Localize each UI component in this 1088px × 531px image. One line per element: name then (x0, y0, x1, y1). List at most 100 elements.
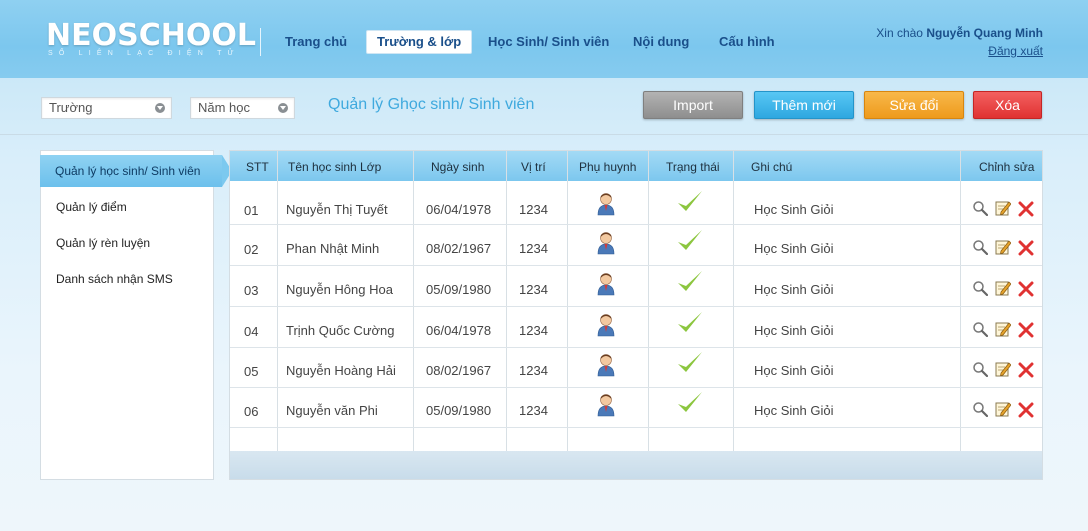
sidebar-item-conduct[interactable]: Quản lý rèn luyện (41, 227, 213, 259)
cell-position: 1234 (519, 403, 548, 418)
col-stt: STT (246, 160, 269, 174)
cell-position: 1234 (519, 363, 548, 378)
table-row[interactable]: 05 Nguyễn Hoàng Hải 08/02/1967 1234 Học Sinh… (230, 347, 1042, 388)
chevron-down-icon (155, 103, 165, 113)
import-button[interactable]: Import (643, 91, 743, 119)
cell-name: Nguyễn Hoàng Hải (286, 363, 396, 378)
edit-icon[interactable] (995, 361, 1011, 377)
delete-button[interactable]: Xóa (973, 91, 1042, 119)
cell-dob: 05/09/1980 (426, 282, 492, 297)
delete-icon[interactable] (1018, 402, 1034, 418)
check-icon (678, 312, 702, 332)
parent-icon[interactable] (596, 353, 616, 377)
cell-note: Học Sinh Giỏi (754, 403, 834, 418)
delete-icon[interactable] (1018, 362, 1034, 378)
add-button[interactable]: Thêm mới (754, 91, 854, 119)
top-header: NEOSCHOOL SỔ LIÊN LẠC ĐIỆN TỬ Trang chủ … (0, 0, 1088, 78)
check-icon (678, 392, 702, 412)
delete-icon[interactable] (1018, 281, 1034, 297)
view-icon[interactable] (972, 401, 988, 417)
sidebar-item-grades[interactable]: Quản lý điểm (41, 191, 213, 223)
table-footer (230, 451, 1042, 479)
nav-students[interactable]: Học Sinh/ Sinh viên (488, 31, 609, 55)
table-row[interactable]: 02 Phan Nhật Minh 08/02/1967 1234 Học Sinh G… (230, 225, 1042, 266)
parent-icon[interactable] (596, 313, 616, 337)
year-select[interactable]: Năm học (190, 97, 295, 119)
cell-name: Nguyễn Thị Tuyết (286, 202, 388, 217)
school-select[interactable]: Trường (41, 97, 172, 119)
user-name: Nguyễn Quang Minh (926, 26, 1043, 40)
cell-stt: 05 (244, 364, 259, 379)
logo-subtitle: SỔ LIÊN LẠC ĐIỆN TỬ (48, 50, 240, 57)
cell-note: Học Sinh Giỏi (754, 323, 834, 338)
col-position: Vị trí (521, 160, 546, 174)
parent-icon[interactable] (596, 192, 616, 216)
col-name: Tên học sinh Lớp (288, 160, 382, 174)
nav-school-class[interactable]: Trường & lớp (366, 30, 473, 54)
cell-note: Học Sinh Giỏi (754, 202, 834, 217)
sidebar-item-sms[interactable]: Danh sách nhận SMS (41, 263, 213, 295)
table-row[interactable]: 03 Nguyễn Hông Hoa 05/09/1980 1234 Học Sinh … (230, 266, 1042, 307)
cell-stt: 04 (244, 324, 259, 339)
view-icon[interactable] (972, 200, 988, 216)
cell-dob: 06/04/1978 (426, 323, 492, 338)
cell-name: Trịnh Quốc Cường (286, 323, 395, 338)
edit-button[interactable]: Sửa đổi (864, 91, 964, 119)
table-row[interactable]: 01 Nguyễn Thị Tuyết 06/04/1978 1234 Học Sinh… (230, 181, 1042, 225)
logout-link[interactable]: Đăng xuất (988, 44, 1043, 58)
check-icon (678, 271, 702, 291)
nav-content[interactable]: Nội dung (633, 31, 689, 55)
cell-name: Nguyễn Hông Hoa (286, 282, 393, 297)
view-icon[interactable] (972, 280, 988, 296)
col-parent: Phụ huynh (579, 160, 637, 174)
cell-stt: 06 (244, 404, 259, 419)
cell-stt: 02 (244, 242, 259, 257)
col-note: Ghi chú (751, 160, 793, 174)
greeting-prefix: Xin chào (876, 26, 923, 40)
delete-icon[interactable] (1018, 201, 1034, 217)
col-status: Trạng thái (666, 160, 720, 174)
students-table: STT Tên học sinh Lớp Ngày sinh Vị trí Ph… (229, 150, 1043, 480)
cell-name: Phan Nhật Minh (286, 241, 380, 256)
cell-dob: 08/02/1967 (426, 241, 492, 256)
cell-position: 1234 (519, 282, 548, 297)
sidebar-item-students[interactable]: Quản lý học sinh/ Sinh viên (40, 155, 232, 187)
edit-icon[interactable] (995, 321, 1011, 337)
cell-stt: 01 (244, 203, 259, 218)
nav-settings[interactable]: Cấu hình (719, 31, 775, 55)
cell-position: 1234 (519, 202, 548, 217)
edit-icon[interactable] (995, 280, 1011, 296)
table-header: STT Tên học sinh Lớp Ngày sinh Vị trí Ph… (230, 151, 1042, 181)
check-icon (678, 230, 702, 250)
view-icon[interactable] (972, 361, 988, 377)
cell-dob: 05/09/1980 (426, 403, 492, 418)
table-row[interactable]: 06 Nguyễn văn Phi 05/09/1980 1234 Học Sinh G… (230, 387, 1042, 428)
col-edit: Chỉnh sửa (979, 160, 1035, 174)
school-select-value: Trường (49, 100, 93, 115)
cell-stt: 03 (244, 283, 259, 298)
toolbar-divider (0, 134, 1088, 135)
cell-dob: 06/04/1978 (426, 202, 492, 217)
greeting: Xin chào Nguyễn Quang Minh (876, 26, 1043, 40)
nav-home[interactable]: Trang chủ (285, 31, 347, 55)
edit-icon[interactable] (995, 200, 1011, 216)
parent-icon[interactable] (596, 231, 616, 255)
edit-icon[interactable] (995, 239, 1011, 255)
edit-icon[interactable] (995, 401, 1011, 417)
table-row[interactable]: 04 Trịnh Quốc Cường 06/04/1978 1234 Học Sinh… (230, 307, 1042, 348)
delete-icon[interactable] (1018, 240, 1034, 256)
view-icon[interactable] (972, 321, 988, 337)
cell-position: 1234 (519, 323, 548, 338)
chevron-down-icon (278, 103, 288, 113)
parent-icon[interactable] (596, 393, 616, 417)
cell-name: Nguyễn văn Phi (286, 403, 378, 418)
cell-position: 1234 (519, 241, 548, 256)
delete-icon[interactable] (1018, 322, 1034, 338)
check-icon (678, 191, 702, 211)
logo[interactable]: NEOSCHOOL (46, 18, 256, 53)
year-select-value: Năm học (198, 100, 251, 115)
cell-note: Học Sinh Giỏi (754, 282, 834, 297)
parent-icon[interactable] (596, 272, 616, 296)
cell-dob: 08/02/1967 (426, 363, 492, 378)
view-icon[interactable] (972, 239, 988, 255)
